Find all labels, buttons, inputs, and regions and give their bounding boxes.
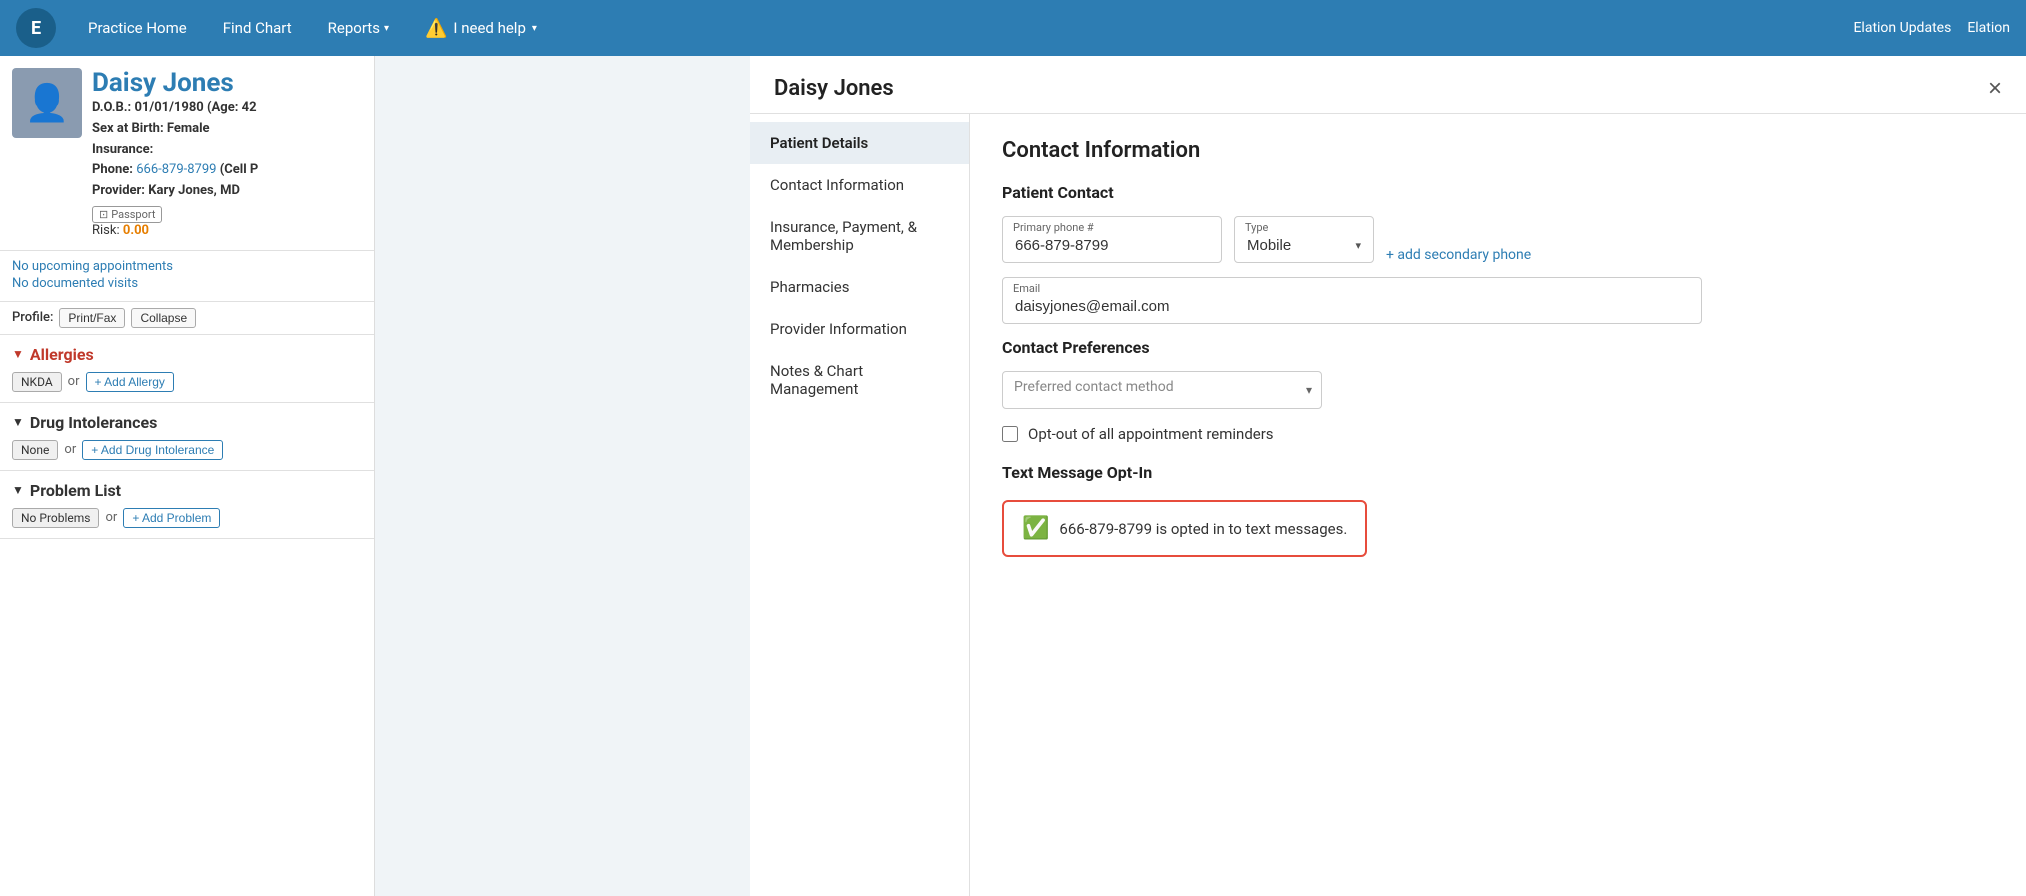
no-appointments-link[interactable]: No upcoming appointments [12, 259, 362, 274]
help-warning-icon: ⚠️ [425, 18, 447, 39]
nav-reports[interactable]: Reports ▾ [312, 11, 405, 45]
type-field-group: Type Mobile Home Work ▾ [1234, 216, 1374, 263]
help-arrow-icon: ▾ [532, 23, 537, 34]
drug-section: ▼ Drug Intolerances None or + Add Drug I… [0, 403, 374, 471]
app-logo[interactable]: E [16, 8, 56, 48]
primary-phone-group: Primary phone # [1002, 216, 1222, 263]
reports-arrow-icon: ▾ [384, 23, 389, 34]
content-title: Contact Information [1002, 138, 1994, 163]
no-visits-link[interactable]: No documented visits [12, 276, 362, 291]
preferred-contact-select[interactable]: Phone Email Text [1002, 371, 1322, 409]
profile-label: Profile: [12, 310, 53, 325]
modal-header: Daisy Jones × [750, 56, 2026, 114]
nav-practice-home[interactable]: Practice Home [72, 11, 203, 45]
preferred-contact-row: Phone Email Text ▾ Preferred contact met… [1002, 371, 1994, 409]
modal-close-button[interactable]: × [1988, 77, 2002, 101]
email-input[interactable] [1015, 298, 1689, 315]
opt-out-row: Opt-out of all appointment reminders [1002, 425, 1994, 443]
drug-row: None or + Add Drug Intolerance [12, 440, 362, 460]
text-opt-in-title: Text Message Opt-In [1002, 463, 1994, 482]
allergies-section: ▼ Allergies NKDA or + Add Allergy [0, 335, 374, 403]
nav-help[interactable]: ⚠️ I need help ▾ [409, 10, 553, 47]
patient-name: Daisy Jones [92, 68, 362, 98]
patient-links: No upcoming appointments No documented v… [0, 251, 374, 302]
passport-icon: ⊡ [99, 208, 108, 221]
or-text-problems: or [105, 510, 117, 525]
patient-contact-label: Patient Contact [1002, 183, 1994, 202]
allergies-row: NKDA or + Add Allergy [12, 372, 362, 392]
modal-nav-contact-info[interactable]: Contact Information [750, 164, 969, 206]
phone-type-select[interactable]: Mobile Home Work [1247, 237, 1355, 254]
elation-link[interactable]: Elation [1967, 20, 2010, 36]
modal-body: Patient Details Contact Information Insu… [750, 114, 2026, 896]
opt-out-label: Opt-out of all appointment reminders [1028, 425, 1274, 443]
add-drug-button[interactable]: + Add Drug Intolerance [82, 440, 223, 460]
print-fax-button[interactable]: Print/Fax [59, 308, 125, 328]
email-field-group: Email [1002, 277, 1702, 324]
add-problem-button[interactable]: + Add Problem [123, 508, 220, 528]
patient-sidebar: 👤 Daisy Jones D.O.B.: 01/01/1980 (Age: 4… [0, 56, 375, 896]
modal-nav-notes[interactable]: Notes & Chart Management [750, 350, 969, 410]
modal-nav: Patient Details Contact Information Insu… [750, 114, 970, 896]
no-problems-badge: No Problems [12, 508, 99, 528]
drug-toggle-icon[interactable]: ▼ [12, 415, 24, 429]
modal-nav-provider-info[interactable]: Provider Information [750, 308, 969, 350]
opt-out-checkbox[interactable] [1002, 426, 1018, 442]
patient-info: Daisy Jones D.O.B.: 01/01/1980 (Age: 42 … [92, 68, 362, 238]
nav-right: Elation Updates Elation [1853, 20, 2010, 36]
modal-nav-patient-details[interactable]: Patient Details [750, 122, 969, 164]
modal-content: Contact Information Patient Contact Prim… [970, 114, 2026, 896]
avatar: 👤 [12, 68, 82, 138]
primary-phone-label: Primary phone # [1013, 221, 1094, 234]
modal-nav-pharmacies[interactable]: Pharmacies [750, 266, 969, 308]
nkda-badge: NKDA [12, 372, 62, 392]
drug-none-badge: None [12, 440, 58, 460]
passport-badge: ⊡ Passport [92, 206, 162, 223]
patient-header: 👤 Daisy Jones D.O.B.: 01/01/1980 (Age: 4… [0, 56, 374, 251]
primary-phone-field-group: Primary phone # [1002, 216, 1222, 263]
or-text-allergies: or [68, 374, 80, 389]
avatar-icon: 👤 [25, 82, 70, 124]
problems-row: No Problems or + Add Problem [12, 508, 362, 528]
add-secondary-phone-link[interactable]: + add secondary phone [1386, 247, 1531, 263]
risk-line: Risk: 0.00 [92, 223, 362, 238]
primary-phone-input[interactable] [1015, 237, 1209, 254]
allergies-toggle-icon[interactable]: ▼ [12, 347, 24, 361]
problems-header: ▼ Problem List [12, 481, 362, 500]
email-form-row: Email [1002, 277, 1994, 324]
opt-in-check-icon: ✅ [1022, 516, 1049, 541]
preferred-contact-wrapper: Phone Email Text ▾ Preferred contact met… [1002, 371, 1322, 409]
patient-phone-link[interactable]: 666-879-8799 [136, 162, 216, 177]
nav-find-chart[interactable]: Find Chart [207, 11, 308, 45]
phone-form-row: Primary phone # Type Mobile Home Wor [1002, 216, 1994, 263]
risk-value: 0.00 [123, 223, 149, 238]
elation-updates-link[interactable]: Elation Updates [1853, 20, 1951, 36]
patient-meta: D.O.B.: 01/01/1980 (Age: 42 Sex at Birth… [92, 98, 362, 202]
opt-in-message: 666-879-8799 is opted in to text message… [1059, 520, 1347, 538]
patient-modal: Daisy Jones × Patient Details Contact In… [750, 56, 2026, 896]
type-select-arrow-icon: ▾ [1355, 239, 1361, 252]
collapse-button[interactable]: Collapse [131, 308, 196, 328]
modal-nav-insurance[interactable]: Insurance, Payment, & Membership [750, 206, 969, 266]
type-select-group: Type Mobile Home Work ▾ [1234, 216, 1374, 263]
top-nav: E Practice Home Find Chart Reports ▾ ⚠️ … [0, 0, 2026, 56]
contact-preferences-label: Contact Preferences [1002, 338, 1994, 357]
problems-toggle-icon[interactable]: ▼ [12, 483, 24, 497]
opt-in-box: ✅ 666-879-8799 is opted in to text messa… [1002, 500, 1367, 557]
drug-header: ▼ Drug Intolerances [12, 413, 362, 432]
profile-bar: Profile: Print/Fax Collapse [0, 302, 374, 335]
problems-section: ▼ Problem List No Problems or + Add Prob… [0, 471, 374, 539]
email-label: Email [1013, 282, 1040, 295]
main-layout: 👤 Daisy Jones D.O.B.: 01/01/1980 (Age: 4… [0, 56, 2026, 896]
nav-items: Practice Home Find Chart Reports ▾ ⚠️ I … [72, 10, 1853, 47]
modal-title: Daisy Jones [774, 76, 894, 101]
or-text-drug: or [64, 442, 76, 457]
type-label: Type [1245, 221, 1268, 234]
add-allergy-button[interactable]: + Add Allergy [86, 372, 174, 392]
allergies-header: ▼ Allergies [12, 345, 362, 364]
